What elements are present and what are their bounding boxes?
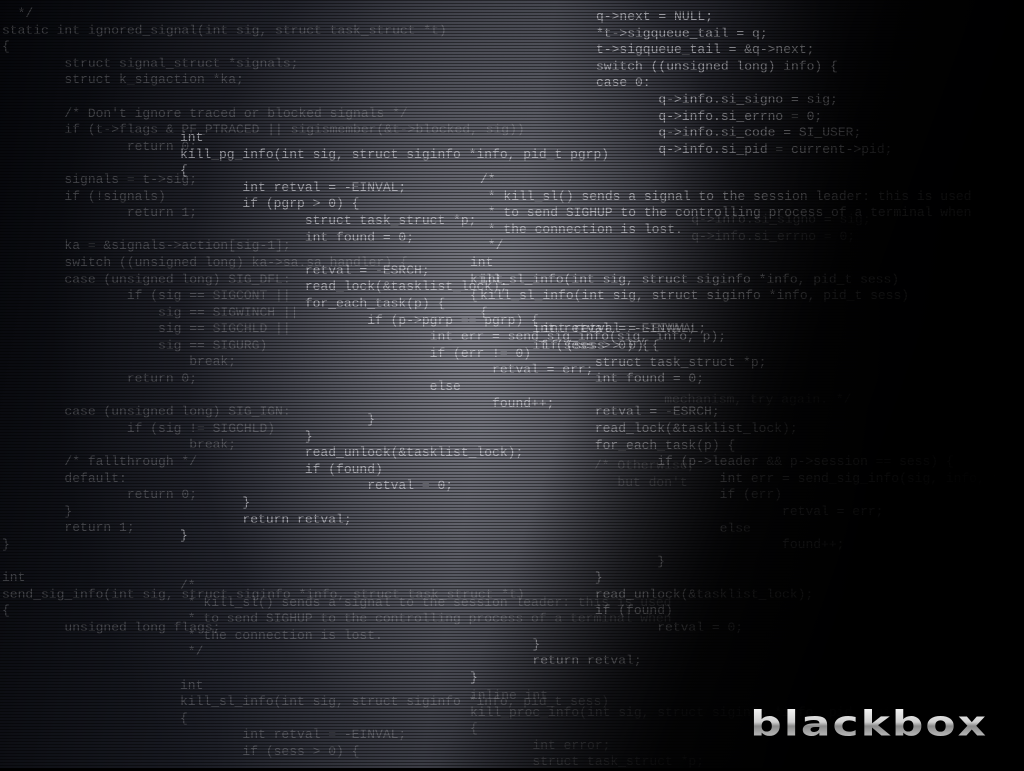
shadow-overlay: [0, 0, 1024, 768]
blackbox-logo: blackbox: [750, 704, 988, 744]
